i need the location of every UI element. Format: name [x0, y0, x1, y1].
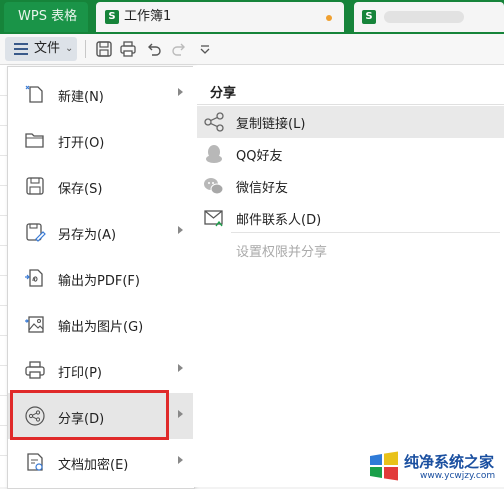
menu-item-label: 文档加密(E): [58, 458, 129, 473]
share-submenu: 分享 复制链接(L) QQ好友 微信好友 邮件联系人(D) 设置权限并分享: [193, 66, 504, 487]
share-mail-contact[interactable]: 邮件联系人(D): [197, 202, 504, 234]
file-menu-label: 文件: [34, 41, 61, 56]
menu-item-open[interactable]: 打开(O): [8, 117, 194, 163]
tab-workbook-label: 工作簿1: [124, 9, 172, 24]
submenu-item-label: 复制链接(L): [236, 117, 306, 132]
print-icon: [25, 361, 45, 379]
windows-logo-icon: [370, 451, 398, 481]
submenu-divider: [197, 104, 504, 105]
watermark-url: www.ycwjzy.com: [420, 471, 496, 481]
menu-item-label: 新建(N): [58, 90, 104, 105]
save-icon[interactable]: [95, 40, 113, 58]
share-highlight-box: [10, 390, 169, 440]
submenu-title: 分享: [210, 86, 237, 101]
qq-icon: [206, 145, 222, 163]
menu-item-label: 打开(O): [58, 136, 105, 151]
tab-wps-label: WPS 表格: [18, 9, 78, 24]
menu-item-label: 输出为图片(G): [58, 320, 144, 335]
spreadsheet-logo-icon: S: [105, 10, 119, 24]
menu-item-save[interactable]: 保存(S): [8, 163, 194, 209]
menu-item-save-as[interactable]: 另存为(A): [8, 209, 194, 255]
submenu-item-label: 设置权限并分享: [236, 245, 328, 260]
blurred-tab-title: [384, 11, 464, 23]
share-set-permissions: 设置权限并分享: [197, 234, 504, 266]
share-link-icon: [204, 112, 224, 132]
share-qq-friend[interactable]: QQ好友: [197, 138, 504, 170]
save-icon: [26, 177, 44, 195]
wechat-icon: [204, 178, 224, 195]
menu-item-new[interactable]: 新建(N): [8, 71, 194, 117]
submenu-arrow-icon: [178, 88, 183, 96]
unsaved-dot-icon: [326, 15, 332, 21]
mail-icon: [204, 210, 223, 227]
toolbar-divider: [85, 40, 86, 58]
menu-item-print[interactable]: 打印(P): [8, 347, 194, 393]
submenu-arrow-icon: [178, 410, 183, 418]
submenu-item-label: 微信好友: [236, 181, 289, 196]
share-wechat-friend[interactable]: 微信好友: [197, 170, 504, 202]
submenu-arrow-icon: [178, 364, 183, 372]
watermark-text: 纯净系统之家: [404, 453, 495, 471]
image-export-icon: [25, 316, 44, 333]
undo-icon[interactable]: [145, 40, 163, 58]
chevron-down-icon: ⌄: [65, 43, 74, 54]
submenu-divider: [231, 232, 500, 233]
quick-toolbar: 文件 ⌄: [0, 34, 504, 65]
share-copy-link[interactable]: 复制链接(L): [197, 106, 504, 138]
submenu-item-label: 邮件联系人(D): [236, 213, 322, 228]
menu-item-encrypt[interactable]: 文档加密(E): [8, 439, 194, 485]
tab-wps-spreadsheet[interactable]: WPS 表格: [4, 2, 88, 32]
submenu-item-label: QQ好友: [236, 149, 283, 164]
submenu-arrow-icon: [178, 226, 183, 234]
hamburger-icon: [14, 43, 28, 55]
print-icon[interactable]: [119, 40, 137, 58]
encrypt-icon: [27, 453, 43, 471]
spreadsheet-logo-icon: S: [362, 10, 376, 24]
menu-item-export-image[interactable]: 输出为图片(G): [8, 301, 194, 347]
customize-toolbar-icon[interactable]: [196, 40, 214, 58]
tab-workbook[interactable]: S 工作簿1: [96, 2, 344, 32]
submenu-arrow-icon: [178, 456, 183, 464]
file-menu-button[interactable]: 文件 ⌄: [5, 37, 77, 61]
menu-item-label: 输出为PDF(F): [58, 274, 140, 289]
menu-item-label: 另存为(A): [58, 228, 117, 243]
new-file-icon: [25, 85, 43, 103]
title-bar: WPS 表格 S 工作簿1 S: [0, 0, 504, 34]
folder-icon: [25, 133, 44, 148]
menu-item-label: 保存(S): [58, 182, 103, 197]
redo-icon[interactable]: [170, 40, 188, 58]
site-watermark: 纯净系统之家 www.ycwjzy.com: [364, 446, 504, 487]
menu-item-label: 打印(P): [58, 366, 102, 381]
menu-item-export-pdf[interactable]: 输出为PDF(F): [8, 255, 194, 301]
save-as-icon: [26, 223, 46, 242]
pdf-export-icon: [25, 269, 43, 287]
tab-blurred-document[interactable]: S: [354, 2, 504, 32]
